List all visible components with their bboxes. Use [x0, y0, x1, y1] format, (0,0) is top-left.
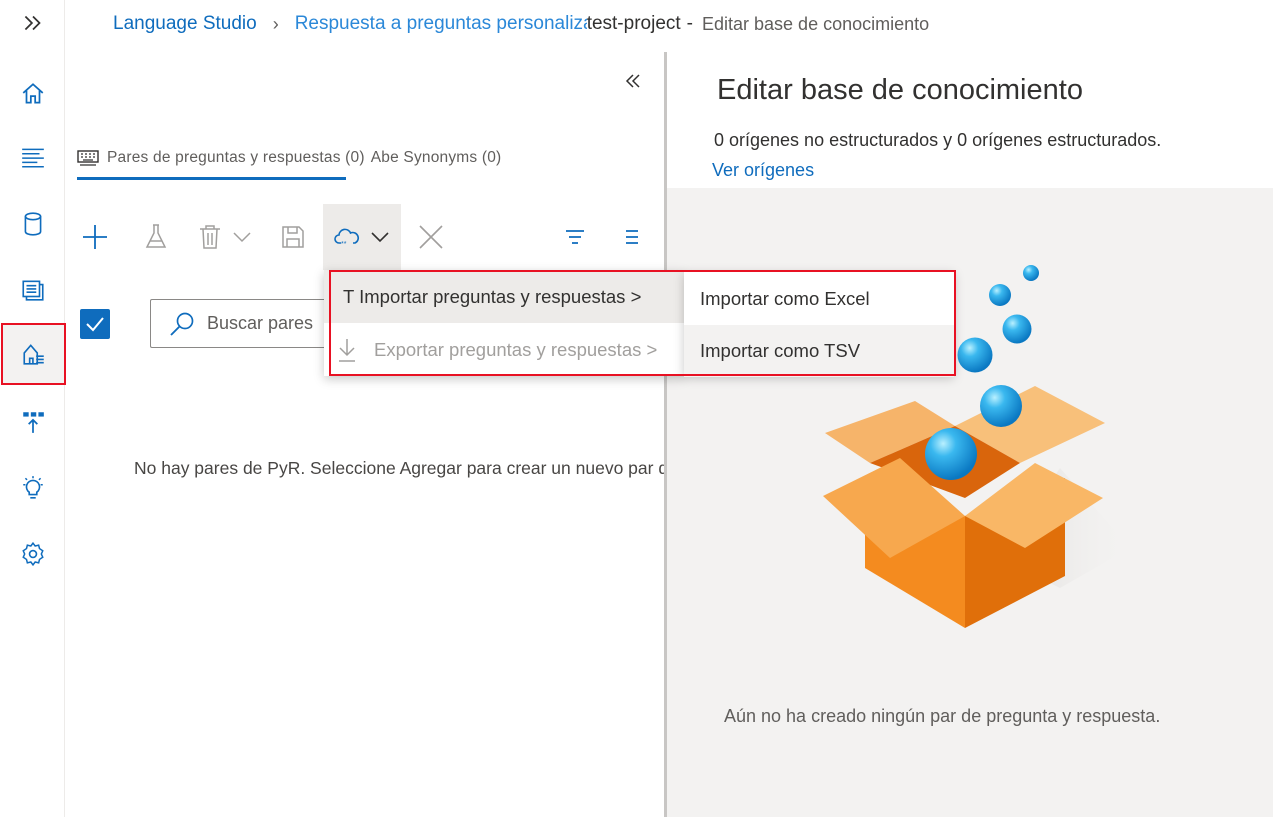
nav-rail	[0, 0, 66, 817]
save-button[interactable]	[279, 204, 307, 270]
test-button[interactable]	[141, 204, 171, 270]
breadcrumb: Language Studio › Respuesta a preguntas …	[113, 10, 929, 38]
tab-synonyms[interactable]: Abe Synonyms (0)	[371, 149, 502, 167]
active-tab-indicator	[77, 177, 346, 180]
nav-settings[interactable]	[0, 523, 65, 585]
submenu-item-excel[interactable]: Importar como Excel	[684, 273, 954, 325]
breadcrumb-root-link[interactable]: Language Studio	[113, 13, 257, 35]
sources-summary: 0 orígenes no estructurados y 0 orígenes…	[714, 130, 1162, 150]
list-icon	[626, 230, 638, 244]
knowledge-base-icon	[21, 280, 44, 301]
double-chevron-left-icon	[625, 74, 640, 88]
page-title: Editar base de conocimiento	[717, 74, 1083, 106]
database-icon	[24, 212, 41, 236]
delete-icon	[200, 225, 220, 249]
cancel-button[interactable]	[417, 204, 445, 270]
search-input[interactable]	[207, 313, 327, 334]
lightbulb-icon	[22, 476, 43, 499]
nav-question-answering[interactable]	[1, 323, 66, 385]
breadcrumb-dash: -	[686, 13, 693, 34]
nav-text[interactable]	[0, 126, 65, 188]
nav-home[interactable]	[0, 63, 65, 125]
filter-icon	[566, 230, 584, 244]
breadcrumb-section-link[interactable]: Respuesta a preguntas personalizada	[295, 13, 587, 35]
empty-qna-message: No hay pares de PyR. Seleccione Agregar …	[134, 458, 716, 478]
svg-text:**: **	[341, 241, 347, 248]
add-icon	[83, 225, 107, 249]
text-lines-icon	[21, 148, 44, 168]
submenu-item-excel-label: Importar como Excel	[700, 288, 870, 309]
checkmark-icon	[86, 317, 104, 332]
view-sources-link[interactable]: Ver orígenes	[712, 160, 814, 181]
qna-toolbar: **	[77, 204, 657, 270]
empty-state-message: Aún no ha creado ningún par de pregunta …	[724, 706, 1161, 726]
menu-item-import[interactable]: T Importar preguntas y respuestas >	[324, 270, 684, 323]
close-icon	[419, 225, 443, 249]
search-box	[150, 299, 330, 348]
save-icon	[282, 226, 304, 248]
settings-icon	[21, 541, 44, 567]
filter-button[interactable]	[563, 204, 587, 270]
expand-icon	[24, 15, 41, 31]
chevron-right-icon: ›	[272, 13, 279, 34]
app-root: Language Studio › Respuesta a preguntas …	[0, 0, 1273, 817]
search-icon	[170, 312, 194, 336]
add-button[interactable]	[77, 204, 113, 270]
delete-button[interactable]	[195, 204, 255, 270]
home-icon	[22, 83, 43, 104]
menu-item-import-label: T Importar preguntas y respuestas >	[343, 285, 642, 307]
menu-item-export-label: Exportar preguntas y respuestas >	[374, 338, 658, 360]
import-submenu: Importar como Excel Importar como TSV	[684, 271, 954, 377]
download-icon	[339, 338, 355, 362]
list-view-button[interactable]	[621, 204, 643, 270]
import-cloud-icon: **	[334, 228, 360, 248]
menu-item-export[interactable]: Exportar preguntas y respuestas >	[324, 323, 684, 376]
breadcrumb-project: test-project	[586, 13, 681, 34]
keyboard-icon	[77, 150, 99, 166]
test-icon	[145, 224, 167, 248]
submenu-item-tsv[interactable]: Importar como TSV	[684, 325, 954, 377]
question-answer-icon	[22, 344, 44, 365]
tab-qna-pairs[interactable]: Pares de preguntas y respuestas (0)	[107, 149, 365, 167]
nav-knowledge-base[interactable]	[0, 259, 65, 321]
pane-tabs: Pares de preguntas y respuestas (0) Abe …	[77, 136, 501, 180]
collapse-pane-button[interactable]	[621, 68, 645, 94]
import-export-button[interactable]: **	[323, 204, 401, 270]
expand-nav-button[interactable]	[0, 0, 65, 54]
nav-ideas[interactable]	[0, 457, 65, 519]
select-all-checkbox[interactable]	[80, 309, 110, 339]
submenu-item-tsv-label: Importar como TSV	[700, 340, 861, 361]
import-export-menu: T Importar preguntas y respuestas > Expo…	[324, 270, 684, 376]
nav-deploy[interactable]	[0, 391, 65, 453]
deploy-icon	[22, 412, 44, 433]
nav-database[interactable]	[0, 193, 65, 255]
breadcrumb-current: Editar base de conocimiento	[702, 13, 930, 34]
chevron-down-icon	[233, 232, 251, 243]
chevron-down-icon	[371, 232, 389, 243]
